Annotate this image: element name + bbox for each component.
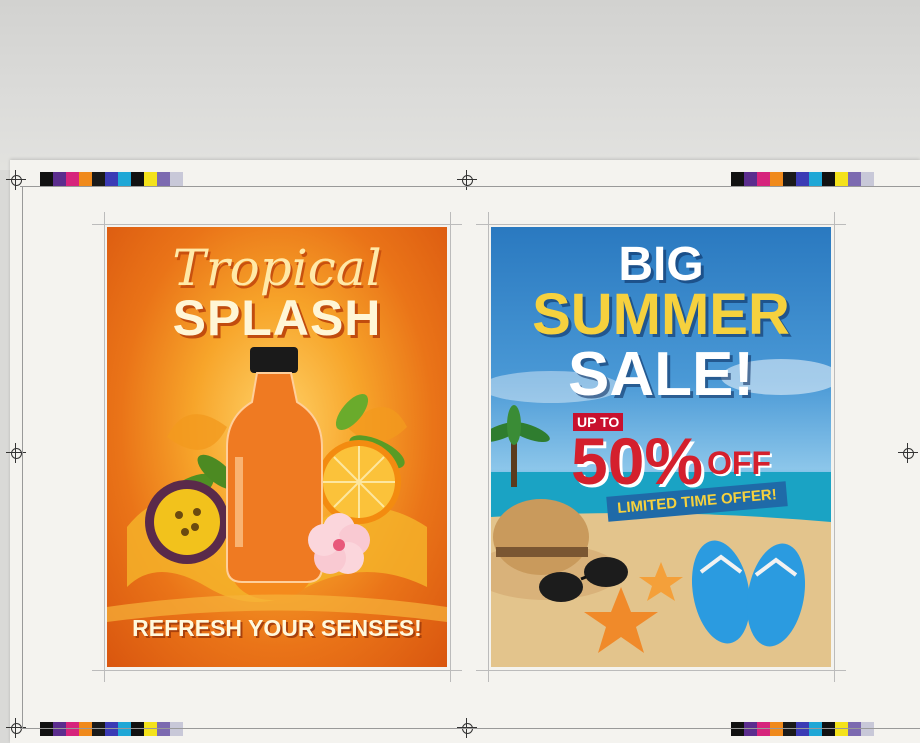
color-swatch bbox=[822, 172, 835, 186]
trim-guide bbox=[20, 186, 920, 187]
orange-slice-icon bbox=[317, 440, 401, 524]
crop-guide bbox=[476, 224, 846, 225]
color-swatch bbox=[66, 172, 79, 186]
color-swatch bbox=[105, 722, 118, 736]
poster-big-summer-sale: BIG SUMMER SALE! UP TO 50% OFF LIMITED T… bbox=[491, 227, 831, 667]
color-swatch bbox=[822, 722, 835, 736]
color-swatch bbox=[92, 172, 105, 186]
color-bar-bottom-left bbox=[40, 722, 183, 736]
crop-guide bbox=[92, 670, 462, 671]
color-swatch bbox=[848, 172, 861, 186]
color-swatch bbox=[170, 722, 183, 736]
color-bar-top-right bbox=[731, 172, 874, 186]
poster-tropical-splash: Tropical SPLASH REFRESH YOUR SENSES! bbox=[107, 227, 447, 667]
color-swatch bbox=[66, 722, 79, 736]
poster-headline-sale: SALE! bbox=[568, 340, 754, 409]
color-bar-bottom-right bbox=[731, 722, 874, 736]
color-swatch bbox=[118, 722, 131, 736]
poster-tagline: REFRESH YOUR SENSES! bbox=[132, 615, 422, 641]
registration-mark-icon bbox=[6, 170, 26, 190]
color-swatch bbox=[835, 172, 848, 186]
discount-percent: 50% bbox=[571, 424, 704, 498]
color-swatch bbox=[53, 722, 66, 736]
discount-off-label: OFF bbox=[707, 445, 771, 481]
color-swatch bbox=[796, 722, 809, 736]
color-swatch bbox=[757, 722, 770, 736]
color-swatch bbox=[731, 722, 744, 736]
table-backdrop bbox=[0, 0, 920, 170]
color-swatch bbox=[770, 722, 783, 736]
poster-headline-summer: SUMMER bbox=[532, 282, 790, 347]
registration-mark-icon bbox=[6, 443, 26, 463]
color-swatch bbox=[783, 722, 796, 736]
color-swatch bbox=[809, 722, 822, 736]
crop-guide bbox=[476, 670, 846, 671]
color-swatch bbox=[861, 722, 874, 736]
crop-guide bbox=[834, 212, 835, 682]
color-swatch bbox=[40, 722, 53, 736]
crop-guide bbox=[450, 212, 451, 682]
color-swatch bbox=[783, 172, 796, 186]
color-swatch bbox=[40, 172, 53, 186]
passion-fruit-icon bbox=[145, 480, 229, 564]
color-swatch bbox=[79, 172, 92, 186]
color-bar-top-left bbox=[40, 172, 183, 186]
color-swatch bbox=[144, 172, 157, 186]
color-swatch bbox=[157, 172, 170, 186]
color-swatch bbox=[744, 172, 757, 186]
color-swatch bbox=[757, 172, 770, 186]
registration-mark-icon bbox=[898, 443, 918, 463]
color-swatch bbox=[796, 172, 809, 186]
color-swatch bbox=[835, 722, 848, 736]
color-swatch bbox=[744, 722, 757, 736]
color-swatch bbox=[170, 172, 183, 186]
color-swatch bbox=[731, 172, 744, 186]
color-swatch bbox=[809, 172, 822, 186]
color-swatch bbox=[131, 172, 144, 186]
color-swatch bbox=[105, 172, 118, 186]
color-swatch bbox=[131, 722, 144, 736]
color-swatch bbox=[118, 172, 131, 186]
juice-bottle-icon bbox=[226, 347, 323, 583]
color-swatch bbox=[861, 172, 874, 186]
trim-guide bbox=[22, 186, 23, 728]
color-swatch bbox=[144, 722, 157, 736]
color-swatch bbox=[848, 722, 861, 736]
crop-guide bbox=[92, 224, 462, 225]
color-swatch bbox=[92, 722, 105, 736]
color-swatch bbox=[79, 722, 92, 736]
color-swatch bbox=[53, 172, 66, 186]
color-swatch bbox=[157, 722, 170, 736]
color-swatch bbox=[770, 172, 783, 186]
crop-guide bbox=[104, 212, 105, 682]
registration-mark-icon bbox=[457, 170, 477, 190]
trim-guide bbox=[20, 728, 920, 729]
crop-guide bbox=[488, 212, 489, 682]
poster-title-block: SPLASH bbox=[172, 290, 382, 346]
